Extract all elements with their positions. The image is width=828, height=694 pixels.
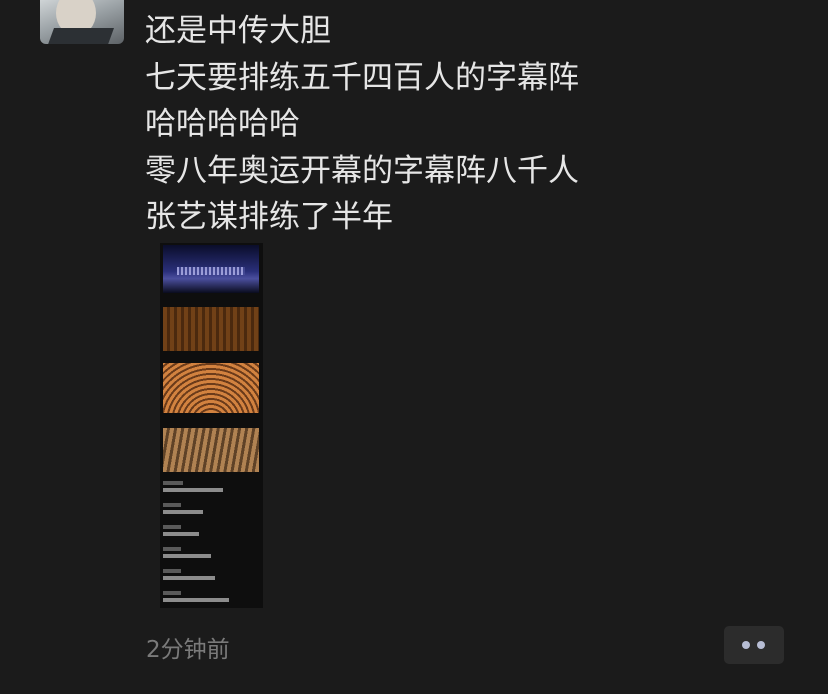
- post-line: 还是中传大胆: [145, 13, 331, 49]
- image-frame-performers: [163, 428, 259, 472]
- post-text: 还是中传大胆 七天要排练五千四百人的字幕阵 哈哈哈哈哈 零八年奥运开幕的字幕阵八…: [145, 8, 765, 241]
- image-frame-performers: [163, 307, 259, 351]
- more-button[interactable]: [724, 626, 784, 664]
- image-frame-stadium: [163, 245, 259, 293]
- image-comment-placeholder: [163, 503, 259, 514]
- more-dots-icon: [742, 641, 750, 649]
- more-dots-icon: [757, 641, 765, 649]
- image-comment-placeholder: [163, 525, 259, 536]
- post-line: 张艺谋排练了半年: [145, 199, 393, 235]
- image-comment-placeholder: [163, 481, 259, 492]
- avatar-collar: [45, 28, 115, 44]
- image-comment-placeholder: [163, 591, 259, 602]
- image-comment-placeholder: [163, 569, 259, 580]
- post-line: 零八年奥运开幕的字幕阵八千人: [145, 152, 579, 189]
- post-line: 哈哈哈哈哈: [145, 106, 300, 142]
- avatar[interactable]: [40, 0, 124, 44]
- image-comment-placeholder: [163, 547, 259, 558]
- post-line: 七天要排练五千四百人的字幕阵: [145, 59, 579, 96]
- image-frame-performers: [163, 363, 259, 413]
- post-image-thumbnail[interactable]: [160, 243, 263, 608]
- post-time: 2分钟前: [146, 637, 230, 663]
